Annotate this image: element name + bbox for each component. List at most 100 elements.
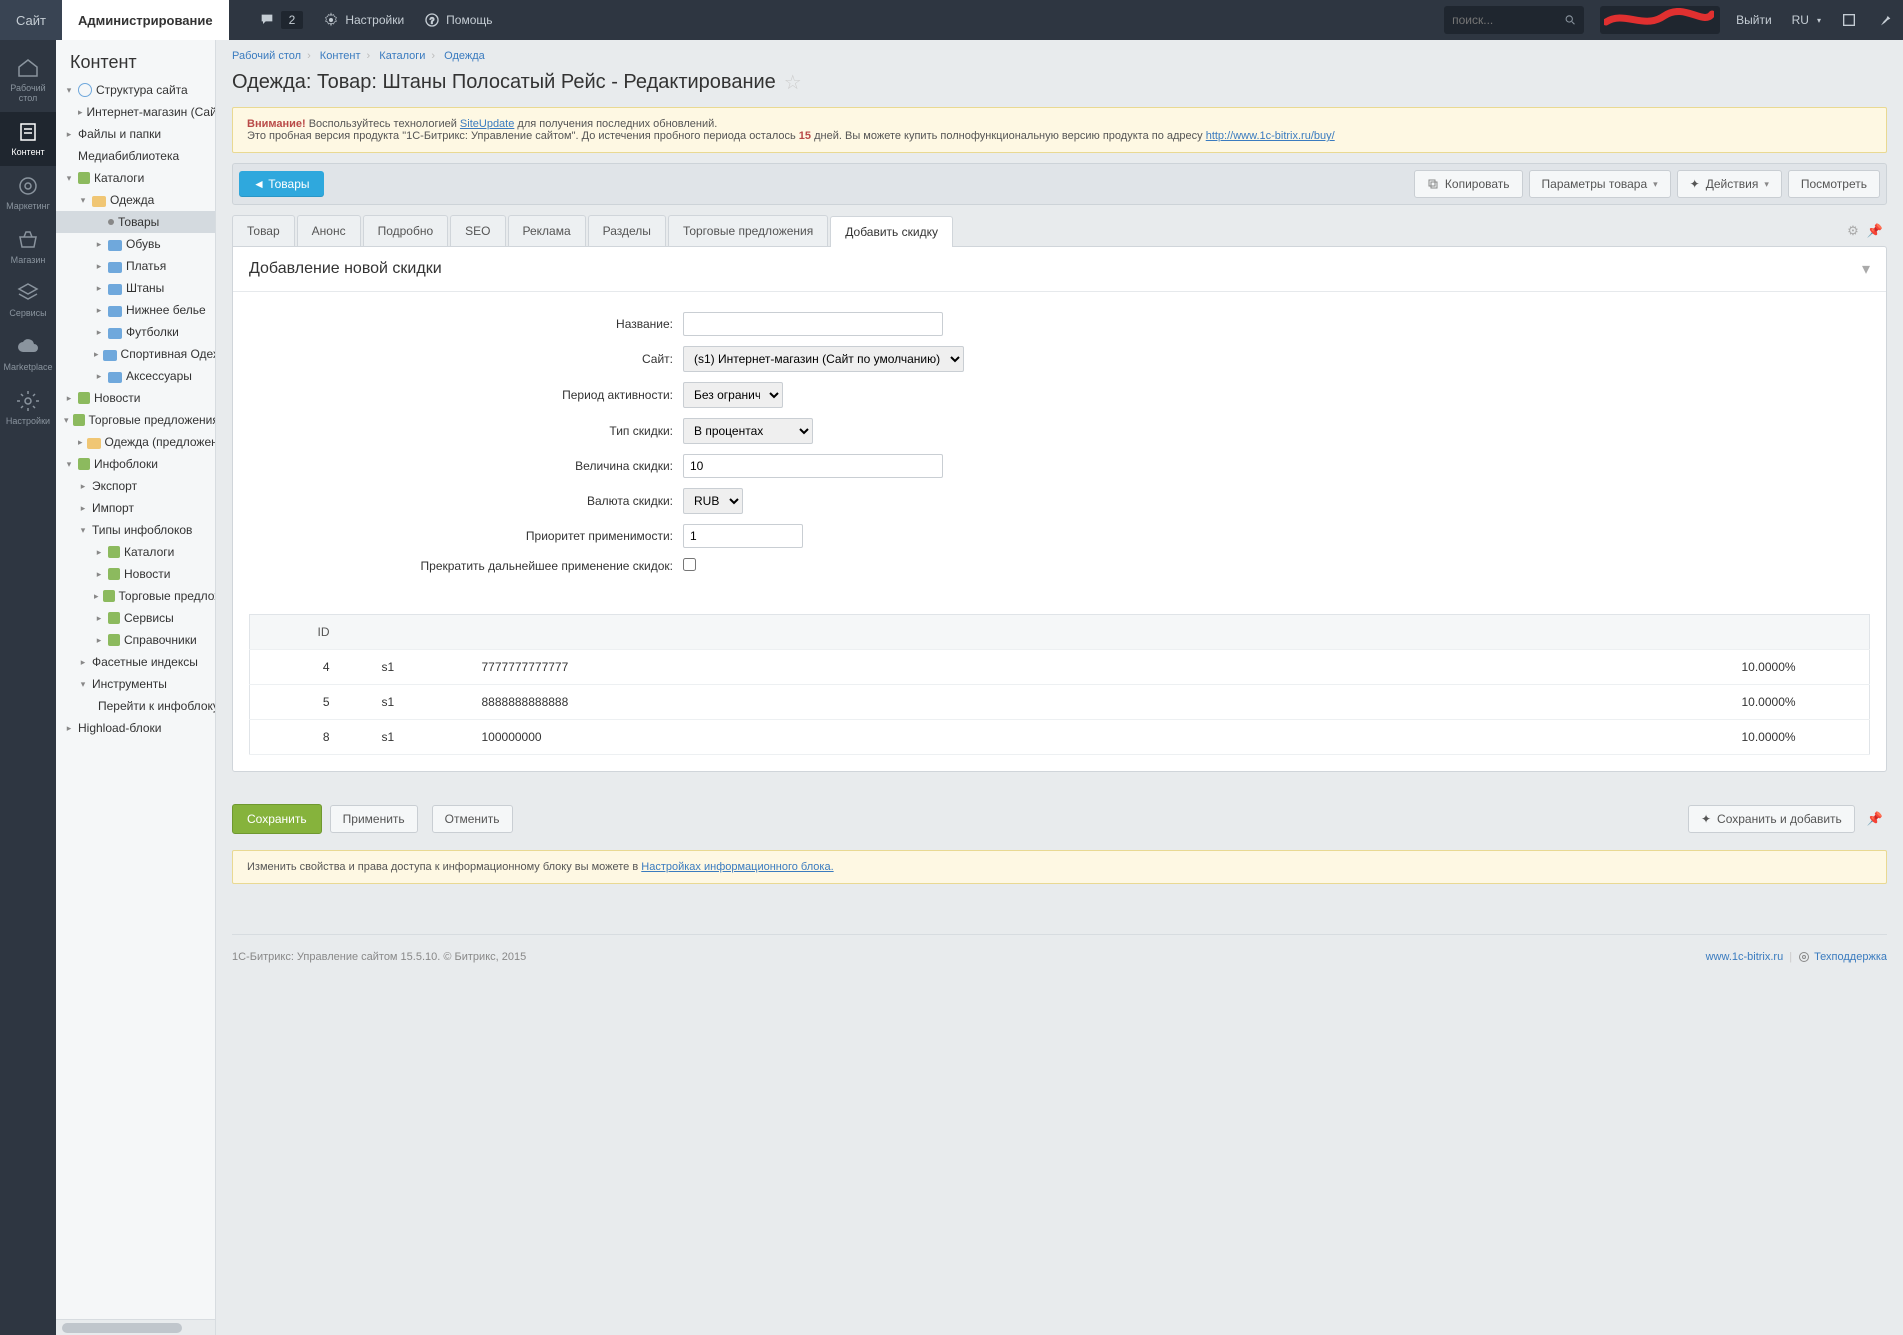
checkbox-stop[interactable] [683, 558, 696, 571]
save-button[interactable]: Сохранить [232, 804, 322, 834]
sidebar-hscroll[interactable] [56, 1319, 215, 1335]
select-period[interactable]: Без ограничений [683, 382, 783, 408]
apply-button[interactable]: Применить [330, 805, 418, 833]
buy-link[interactable]: http://www.1c-bitrix.ru/buy/ [1206, 130, 1335, 142]
tree-catalogs[interactable]: ▾Каталоги [56, 167, 215, 189]
tree-goto-ib[interactable]: Перейти к инфоблоку / [56, 695, 215, 717]
tree-underwear[interactable]: ▸Нижнее белье [56, 299, 215, 321]
input-name[interactable] [683, 312, 943, 336]
rail-content[interactable]: Контент [0, 112, 56, 166]
copy-button[interactable]: Копировать [1414, 170, 1523, 198]
target-icon [16, 174, 40, 198]
save-add-button[interactable]: ✦ Сохранить и добавить [1688, 805, 1855, 833]
tree-dresses[interactable]: ▸Платья [56, 255, 215, 277]
panel-title: Добавление новой скидки [249, 260, 442, 278]
crumb-catalogs[interactable]: Каталоги [379, 50, 425, 62]
tree-ib-services[interactable]: ▸Сервисы [56, 607, 215, 629]
lang-switch[interactable]: RU▾ [1782, 0, 1831, 40]
tab-detail[interactable]: Подробно [363, 215, 449, 246]
tabs-pin-icon[interactable]: 📌 [1863, 219, 1887, 243]
folder-icon [92, 196, 106, 207]
tree-ib-types[interactable]: ▾Типы инфоблоков [56, 519, 215, 541]
rail-marketplace[interactable]: Marketplace [0, 327, 56, 381]
tree-tools[interactable]: ▾Инструменты [56, 673, 215, 695]
cube-icon [78, 458, 90, 470]
crumb-content[interactable]: Контент [320, 50, 361, 62]
crumb-clothes[interactable]: Одежда [444, 50, 485, 62]
tree-structure[interactable]: ▾Структура сайта [56, 79, 215, 101]
tree: ▾Структура сайта ▸Интернет-магазин (Сайт… [56, 79, 215, 1319]
tree-tshirts[interactable]: ▸Футболки [56, 321, 215, 343]
tree-infoblocks[interactable]: ▾Инфоблоки [56, 453, 215, 475]
cancel-button[interactable]: Отменить [432, 805, 513, 833]
tree-pants[interactable]: ▸Штаны [56, 277, 215, 299]
tree-accessories[interactable]: ▸Аксессуары [56, 365, 215, 387]
settings-link[interactable]: Настройки [313, 0, 414, 40]
tree-news[interactable]: ▸Новости [56, 387, 215, 409]
view-button[interactable]: Посмотреть [1788, 170, 1880, 198]
tree-clothes[interactable]: ▾Одежда [56, 189, 215, 211]
search-box[interactable] [1444, 6, 1584, 34]
table-row[interactable]: 5 s1 8888888888888 10.0000% [250, 685, 1870, 720]
tab-admin[interactable]: Администрирование [62, 0, 229, 40]
tree-files[interactable]: ▸Файлы и папки [56, 123, 215, 145]
input-priority[interactable] [683, 524, 803, 548]
tree-import[interactable]: ▸Импорт [56, 497, 215, 519]
params-button[interactable]: Параметры товара▾ [1529, 170, 1671, 198]
goods-pill[interactable]: ◄ Товары [239, 171, 324, 197]
tree-sportwear[interactable]: ▸Спортивная Одежд [56, 343, 215, 365]
tab-preview[interactable]: Анонс [297, 215, 361, 246]
favorite-star-icon[interactable]: ☆ [784, 70, 802, 95]
sidebar-title: Контент [56, 40, 215, 79]
tree-export[interactable]: ▸Экспорт [56, 475, 215, 497]
notifications[interactable]: 2 [249, 0, 314, 40]
action-pin-icon[interactable]: 📌 [1863, 807, 1887, 831]
tree-goods[interactable]: Товары [56, 211, 215, 233]
ib-settings-link[interactable]: Настройках информационного блока. [641, 861, 833, 873]
siteupdate-link[interactable]: SiteUpdate [460, 118, 514, 130]
tabs-settings-icon[interactable]: ⚙ [1843, 219, 1863, 243]
select-site[interactable]: (s1) Интернет-магазин (Сайт по умолчанию… [683, 346, 964, 372]
rail-settings[interactable]: Настройки [0, 381, 56, 435]
user-menu[interactable] [1600, 6, 1720, 34]
tree-ib-refs[interactable]: ▸Справочники [56, 629, 215, 651]
tree-ib-catalogs[interactable]: ▸Каталоги [56, 541, 215, 563]
pin-button[interactable] [1867, 0, 1903, 40]
tab-site[interactable]: Сайт [0, 0, 62, 40]
tab-add-discount[interactable]: Добавить скидку [830, 216, 953, 247]
tab-seo[interactable]: SEO [450, 215, 505, 246]
input-amount[interactable] [683, 454, 943, 478]
tree-trade-offers[interactable]: ▾Торговые предложения [56, 409, 215, 431]
tree-ib-news[interactable]: ▸Новости [56, 563, 215, 585]
topbar: Сайт Администрирование 2 Настройки ? Пом… [0, 0, 1903, 40]
select-type[interactable]: В процентах [683, 418, 813, 444]
tab-product[interactable]: Товар [232, 215, 295, 246]
tree-facet[interactable]: ▸Фасетные индексы [56, 651, 215, 673]
folder-icon [103, 350, 117, 361]
tree-highload[interactable]: ▸Highload-блоки [56, 717, 215, 739]
rail-marketing[interactable]: Маркетинг [0, 166, 56, 220]
help-link[interactable]: ? Помощь [414, 0, 502, 40]
select-currency[interactable]: RUB [683, 488, 743, 514]
rail-shop[interactable]: Магазин [0, 220, 56, 274]
tree-shoes[interactable]: ▸Обувь [56, 233, 215, 255]
footer-site-link[interactable]: www.1c-bitrix.ru [1706, 951, 1784, 963]
tab-ads[interactable]: Реклама [508, 215, 586, 246]
fullscreen-button[interactable] [1831, 0, 1867, 40]
crumb-desktop[interactable]: Рабочий стол [232, 50, 301, 62]
actions-button[interactable]: ✦ Действия▾ [1677, 170, 1782, 198]
collapse-icon[interactable]: ▾ [1862, 259, 1870, 279]
tree-eshop[interactable]: ▸Интернет-магазин (Сайт по [56, 101, 215, 123]
footer-support-link[interactable]: Техподдержка [1814, 951, 1887, 963]
tree-media[interactable]: Медиабиблиотека [56, 145, 215, 167]
search-input[interactable] [1452, 13, 1563, 27]
table-row[interactable]: 4 s1 7777777777777 10.0000% [250, 650, 1870, 685]
logout-link[interactable]: Выйти [1726, 0, 1782, 40]
tree-clothes-offers[interactable]: ▸Одежда (предложения [56, 431, 215, 453]
tree-ib-trade[interactable]: ▸Торговые предложе [56, 585, 215, 607]
rail-desktop[interactable]: Рабочий стол [0, 48, 56, 112]
rail-services[interactable]: Сервисы [0, 273, 56, 327]
table-row[interactable]: 8 s1 100000000 10.0000% [250, 720, 1870, 755]
tab-offers[interactable]: Торговые предложения [668, 215, 828, 246]
tab-sections[interactable]: Разделы [588, 215, 666, 246]
